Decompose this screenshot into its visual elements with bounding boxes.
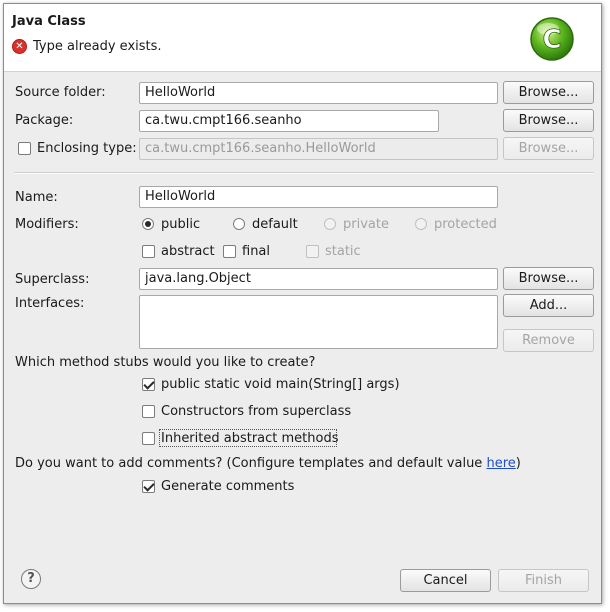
wizard-banner: Java Class ✕ Type already exists. C bbox=[4, 4, 601, 72]
abstract-checkbox[interactable] bbox=[142, 245, 155, 258]
inherited-stub-label: Inherited abstract methods bbox=[161, 431, 339, 446]
comments-question-suffix: ) bbox=[515, 456, 521, 471]
finish-button: Finish bbox=[498, 569, 589, 592]
browse-enclosing-type-button: Browse... bbox=[503, 137, 594, 160]
wizard-title: Java Class bbox=[12, 14, 86, 29]
enclosing-type-label: Enclosing type: bbox=[37, 141, 137, 156]
public-label: public bbox=[161, 217, 201, 232]
browse-package-button[interactable]: Browse... bbox=[503, 109, 594, 132]
remove-interface-button: Remove bbox=[503, 329, 594, 352]
browse-superclass-button[interactable]: Browse... bbox=[503, 267, 594, 290]
configure-templates-link[interactable]: here bbox=[486, 456, 515, 471]
add-interface-button[interactable]: Add... bbox=[503, 294, 594, 317]
main-stub-checkbox[interactable] bbox=[142, 378, 155, 391]
static-label: static bbox=[325, 244, 361, 259]
package-label: Package: bbox=[15, 113, 74, 128]
final-label: final bbox=[242, 244, 271, 259]
default-label: default bbox=[252, 217, 298, 232]
final-checkbox[interactable] bbox=[223, 245, 236, 258]
inherited-stub-checkbox[interactable] bbox=[142, 432, 155, 445]
new-class-wizard-icon: C bbox=[530, 17, 574, 61]
comments-question-prefix: Do you want to add comments? (Configure … bbox=[15, 456, 487, 471]
superclass-label: Superclass: bbox=[15, 272, 90, 287]
constructors-stub-checkbox[interactable] bbox=[142, 405, 155, 418]
enclosing-type-checkbox[interactable] bbox=[18, 142, 31, 155]
generate-comments-checkbox[interactable] bbox=[142, 480, 155, 493]
default-radio[interactable] bbox=[233, 218, 245, 230]
browse-source-folder-button[interactable]: Browse... bbox=[503, 81, 594, 104]
logo-letter: C bbox=[542, 25, 561, 55]
abstract-label: abstract bbox=[161, 244, 215, 259]
generate-comments-label: Generate comments bbox=[161, 479, 295, 494]
comments-question: Do you want to add comments? (Configure … bbox=[15, 456, 521, 471]
private-radio bbox=[324, 218, 336, 230]
source-folder-field[interactable]: HelloWorld bbox=[139, 82, 498, 104]
static-checkbox bbox=[306, 245, 319, 258]
source-folder-label: Source folder: bbox=[15, 85, 106, 100]
constructors-stub-label: Constructors from superclass bbox=[161, 404, 352, 419]
protected-label: protected bbox=[434, 217, 497, 232]
protected-radio bbox=[415, 218, 427, 230]
enclosing-type-field: ca.twu.cmpt166.seanho.HelloWorld bbox=[139, 138, 498, 160]
java-class-wizard-dialog: Java Class ✕ Type already exists. C Sour… bbox=[3, 3, 602, 604]
private-label: private bbox=[343, 217, 389, 232]
interfaces-label: Interfaces: bbox=[15, 296, 85, 311]
error-x-icon: ✕ bbox=[12, 39, 27, 54]
main-stub-label: public static void main(String[] args) bbox=[161, 377, 400, 392]
superclass-field[interactable]: java.lang.Object bbox=[139, 268, 498, 290]
name-field[interactable]: HelloWorld bbox=[139, 186, 498, 208]
interfaces-list[interactable] bbox=[139, 295, 498, 349]
package-field[interactable]: ca.twu.cmpt166.seanho bbox=[139, 110, 439, 132]
public-radio[interactable] bbox=[142, 218, 154, 230]
cancel-button[interactable]: Cancel bbox=[400, 569, 491, 592]
separator bbox=[14, 172, 594, 174]
modifiers-label: Modifiers: bbox=[15, 217, 79, 232]
error-text: Type already exists. bbox=[33, 39, 162, 54]
help-icon[interactable]: ? bbox=[21, 569, 41, 589]
error-message: ✕ Type already exists. bbox=[12, 39, 162, 54]
name-label: Name: bbox=[15, 190, 58, 205]
method-stubs-question: Which method stubs would you like to cre… bbox=[15, 355, 316, 370]
